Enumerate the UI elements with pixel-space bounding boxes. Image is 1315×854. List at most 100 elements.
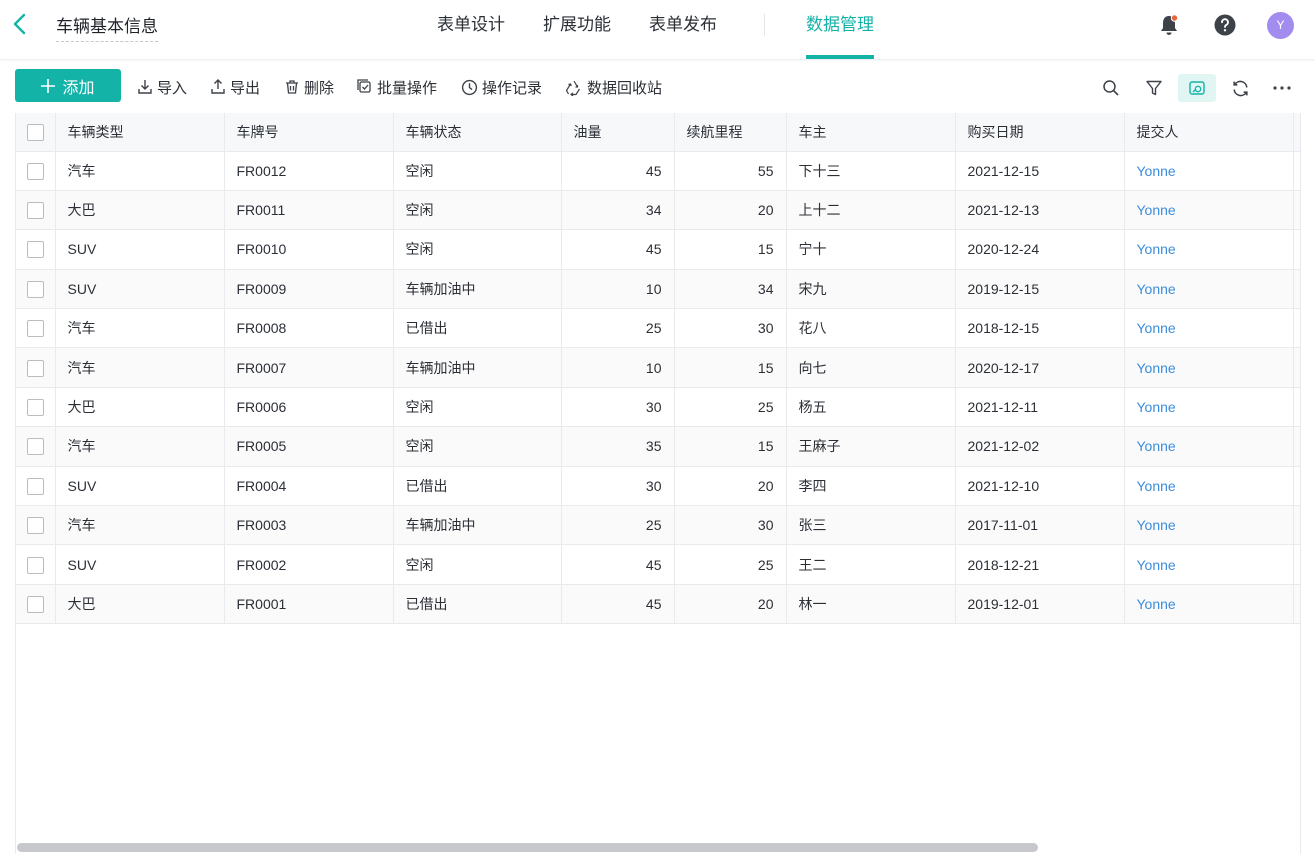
export-button[interactable]: 导出 bbox=[210, 76, 260, 98]
top-header: 车辆基本信息 表单设计 扩展功能 表单发布 数据管理 Y bbox=[0, 0, 1315, 60]
import-label: 导入 bbox=[157, 79, 188, 97]
table-cell: 10 bbox=[561, 269, 675, 310]
search-icon bbox=[1103, 80, 1119, 96]
refresh-button[interactable] bbox=[1226, 74, 1254, 102]
table-cell: 30 bbox=[561, 466, 675, 507]
submitter-link[interactable]: Yonne bbox=[1124, 505, 1294, 546]
table-cell: 55 bbox=[674, 151, 787, 191]
column-header[interactable]: 车辆状态 bbox=[393, 113, 562, 152]
column-header[interactable]: 提交人 bbox=[1124, 113, 1294, 152]
table-cell: 空闲 bbox=[393, 190, 562, 231]
import-button[interactable]: 导入 bbox=[137, 76, 187, 98]
tab-form-publish[interactable]: 表单发布 bbox=[649, 0, 717, 60]
recycle-bin-button[interactable]: 数据回收站 bbox=[565, 76, 662, 98]
table-row[interactable]: SUV FR0002 空闲 45 25 王二 2018-12-21 Yonne bbox=[16, 544, 1301, 585]
tab-data-management[interactable]: 数据管理 bbox=[806, 0, 874, 60]
horizontal-scrollbar[interactable] bbox=[17, 843, 1038, 852]
tab-form-design[interactable]: 表单设计 bbox=[437, 0, 505, 60]
row-checkbox[interactable] bbox=[26, 595, 44, 613]
table-row[interactable]: SUV FR0010 空闲 45 15 宁十 2020-12-24 Yonne bbox=[16, 229, 1301, 270]
table-cell: 李四 bbox=[786, 466, 956, 507]
row-select-cell bbox=[16, 347, 56, 388]
row-checkbox[interactable] bbox=[26, 280, 44, 298]
row-checkbox[interactable] bbox=[26, 517, 44, 535]
table-cell: 34 bbox=[674, 269, 787, 310]
table-cell: 已借出 bbox=[393, 308, 562, 349]
submitter-link[interactable]: Yonne bbox=[1124, 190, 1294, 231]
table-cell: 2021-12-13 bbox=[955, 190, 1125, 231]
column-header[interactable]: 车主 bbox=[786, 113, 956, 152]
row-checkbox[interactable] bbox=[26, 241, 44, 259]
column-header[interactable]: 车辆类型 bbox=[55, 113, 225, 152]
export-label: 导出 bbox=[230, 79, 261, 97]
table-cell: 大巴 bbox=[55, 387, 225, 428]
row-checkbox[interactable] bbox=[26, 162, 44, 180]
tab-extensions[interactable]: 扩展功能 bbox=[543, 0, 611, 60]
row-checkbox[interactable] bbox=[26, 320, 44, 338]
submitter-link[interactable]: Yonne bbox=[1124, 466, 1294, 507]
row-checkbox[interactable] bbox=[26, 398, 44, 416]
view-toggle-button[interactable] bbox=[1178, 74, 1216, 102]
add-button-label: 添加 bbox=[62, 79, 95, 97]
select-all-checkbox[interactable] bbox=[26, 123, 44, 141]
more-button[interactable] bbox=[1268, 74, 1296, 102]
table-cell: 2020-12-17 bbox=[955, 347, 1125, 388]
table-row[interactable]: SUV FR0004 已借出 30 20 李四 2021-12-10 Yonne bbox=[16, 466, 1301, 507]
table-row[interactable]: 汽车 FR0012 空闲 45 55 下十三 2021-12-15 Yonne bbox=[16, 151, 1301, 191]
table-cell: 空闲 bbox=[393, 426, 562, 467]
submitter-link[interactable]: Yonne bbox=[1124, 544, 1294, 585]
operation-log-button[interactable]: 操作记录 bbox=[461, 76, 542, 98]
table-row[interactable]: 汽车 FR0005 空闲 35 15 王麻子 2021-12-02 Yonne bbox=[16, 426, 1301, 467]
table-row[interactable]: 汽车 FR0008 已借出 25 30 花八 2018-12-15 Yonne bbox=[16, 308, 1301, 349]
table-cell: FR0012 bbox=[224, 151, 394, 191]
submitter-link[interactable]: Yonne bbox=[1124, 151, 1294, 191]
table-row[interactable]: SUV FR0009 车辆加油中 10 34 宋九 2019-12-15 Yonne bbox=[16, 269, 1301, 310]
add-button[interactable]: 添加 bbox=[15, 69, 121, 102]
submitter-link[interactable]: Yonne bbox=[1124, 387, 1294, 428]
row-checkbox[interactable] bbox=[26, 556, 44, 574]
submitter-link[interactable]: Yonne bbox=[1124, 269, 1294, 310]
table-cell: 汽车 bbox=[55, 347, 225, 388]
row-checkbox[interactable] bbox=[26, 359, 44, 377]
column-header[interactable]: 续航里程 bbox=[674, 113, 787, 152]
submitter-link[interactable]: Yonne bbox=[1124, 229, 1294, 270]
back-arrow-icon[interactable] bbox=[8, 10, 32, 38]
help-icon[interactable] bbox=[1212, 12, 1238, 38]
table-row[interactable]: 大巴 FR0011 空闲 34 20 上十二 2021-12-13 Yonne bbox=[16, 190, 1301, 231]
batch-operation-button[interactable]: 批量操作 bbox=[357, 76, 437, 98]
table-cell: 张三 bbox=[786, 505, 956, 546]
table-row[interactable]: 汽车 FR0003 车辆加油中 25 30 张三 2017-11-01 Yonne bbox=[16, 505, 1301, 546]
bell-icon[interactable] bbox=[1156, 12, 1182, 38]
row-checkbox[interactable] bbox=[26, 438, 44, 456]
table-row[interactable]: 大巴 FR0006 空闲 30 25 杨五 2021-12-11 Yonne bbox=[16, 387, 1301, 428]
table-cell: SUV bbox=[55, 229, 225, 270]
delete-button[interactable]: 删除 bbox=[284, 76, 334, 98]
row-select-cell bbox=[16, 584, 56, 625]
column-header[interactable]: 油量 bbox=[561, 113, 675, 152]
table-cell: 已借出 bbox=[393, 466, 562, 507]
column-header[interactable]: 车牌号 bbox=[224, 113, 394, 152]
form-title[interactable]: 车辆基本信息 bbox=[56, 12, 158, 42]
table-header-row: 车辆类型 车牌号 车辆状态 油量 续航里程 车主 购买日期 提交人 bbox=[16, 113, 1301, 152]
row-checkbox[interactable] bbox=[26, 477, 44, 495]
row-select-cell bbox=[16, 151, 56, 191]
submitter-link[interactable]: Yonne bbox=[1124, 426, 1294, 467]
batch-operation-label: 批量操作 bbox=[377, 79, 438, 97]
table-cell: 向七 bbox=[786, 347, 956, 388]
table-cell: 杨五 bbox=[786, 387, 956, 428]
submitter-link[interactable]: Yonne bbox=[1124, 347, 1294, 388]
table-row[interactable]: 大巴 FR0001 已借出 45 20 林一 2019-12-01 Yonne bbox=[16, 584, 1301, 625]
table-cell: 2018-12-21 bbox=[955, 544, 1125, 585]
submitter-link[interactable]: Yonne bbox=[1124, 584, 1294, 625]
column-header[interactable]: 购买日期 bbox=[955, 113, 1125, 152]
table-cell: 25 bbox=[674, 544, 787, 585]
filter-button[interactable] bbox=[1140, 74, 1168, 102]
refresh-icon bbox=[1232, 80, 1248, 96]
row-select-cell bbox=[16, 544, 56, 585]
table-row[interactable]: 汽车 FR0007 车辆加油中 10 15 向七 2020-12-17 Yonne bbox=[16, 347, 1301, 388]
search-button[interactable] bbox=[1097, 74, 1125, 102]
row-checkbox[interactable] bbox=[26, 201, 44, 219]
avatar[interactable]: Y bbox=[1267, 12, 1294, 39]
submitter-link[interactable]: Yonne bbox=[1124, 308, 1294, 349]
table-cell: 15 bbox=[674, 426, 787, 467]
